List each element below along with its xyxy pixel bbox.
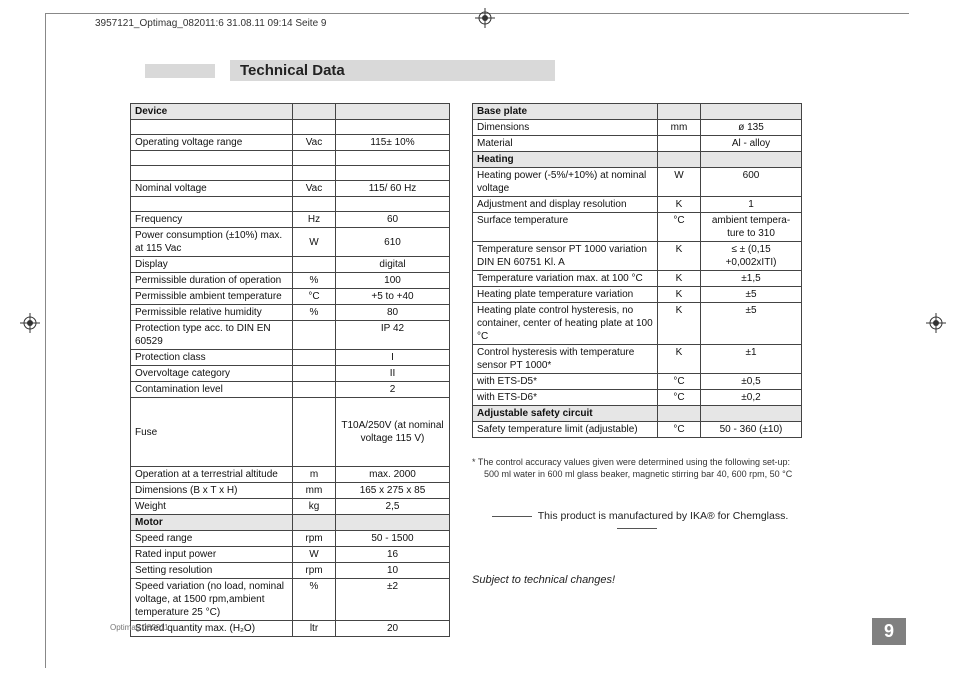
section-header: Motor <box>131 515 293 531</box>
right-column: Base plate Dimensionsmmø 135 MaterialAl … <box>472 103 802 637</box>
registration-mark-icon <box>20 313 40 333</box>
footnote: * The control accuracy values given were… <box>472 456 802 480</box>
subject-to-changes: Subject to technical changes! <box>472 574 802 586</box>
footnote-line: 500 ml water in 600 ml glass beaker, mag… <box>472 468 802 480</box>
registration-mark-icon <box>475 8 495 28</box>
section-header: Adjustable safety circuit <box>473 406 658 422</box>
crop-mark <box>45 44 46 668</box>
manufacturer-note: This product is manufactured by IKA® for… <box>472 510 802 534</box>
rule-icon <box>617 528 657 529</box>
page-number: 9 <box>872 618 906 645</box>
left-column: Device Operating voltage rangeVac115± 10… <box>130 103 450 637</box>
imposition-header: 3957121_Optimag_082011:6 31.08.11 09:14 … <box>95 18 327 29</box>
footnote-line: * The control accuracy values given were… <box>472 457 790 467</box>
title-accent <box>145 64 215 78</box>
manufacturer-text: This product is manufactured by IKA® for… <box>538 510 789 522</box>
page-title: Technical Data <box>230 60 555 81</box>
spec-label: Operating voltage range <box>131 135 293 151</box>
page-content: Technical Data Device Operating voltage … <box>95 60 907 637</box>
section-header: Device <box>131 104 293 120</box>
spec-table-left: Device Operating voltage rangeVac115± 10… <box>130 103 450 637</box>
registration-mark-icon <box>926 313 946 333</box>
spec-table-right: Base plate Dimensionsmmø 135 MaterialAl … <box>472 103 802 438</box>
rule-icon <box>492 516 532 517</box>
crop-mark <box>45 13 76 44</box>
folio: Optimag 082011 <box>110 623 169 632</box>
title-bar: Technical Data <box>145 60 907 81</box>
section-header: Heating <box>473 152 658 168</box>
section-header: Base plate <box>473 104 658 120</box>
